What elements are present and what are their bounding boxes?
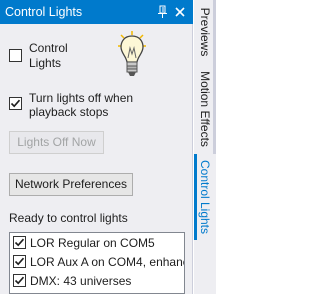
tab-label: Motion Effects: [198, 71, 212, 147]
panel-title: Control Lights: [5, 5, 83, 19]
side-tab-strip: Previews Motion Effects Control Lights: [194, 0, 216, 294]
pin-icon[interactable]: [154, 4, 170, 20]
turn-off-on-stop-checkbox[interactable]: [9, 97, 22, 110]
light-bulb-icon: [114, 30, 150, 86]
tab-control-lights[interactable]: Control Lights: [194, 154, 216, 240]
network-checkbox[interactable]: [13, 255, 26, 268]
control-lights-label-line1: Control: [29, 41, 68, 55]
network-label: LOR Regular on COM5: [30, 236, 155, 250]
ready-status-label: Ready to control lights: [9, 211, 128, 225]
control-lights-checkbox[interactable]: [9, 49, 22, 62]
tab-label: Previews: [198, 7, 212, 57]
control-lights-panel: Control Lights Control Lights Turn light…: [0, 0, 193, 294]
panel-titlebar: Control Lights: [0, 0, 193, 24]
network-label: DMX: 43 universes: [30, 274, 132, 288]
lights-off-now-button[interactable]: Lights Off Now: [9, 131, 104, 154]
network-checkbox[interactable]: [13, 236, 26, 249]
close-icon[interactable]: [172, 4, 188, 20]
network-label: LOR Aux A on COM4, enhanc: [30, 255, 185, 269]
network-list-item[interactable]: DMX: 43 universes: [10, 271, 184, 291]
tab-label: Control Lights: [198, 159, 212, 235]
turn-off-label-line2: playback stops: [29, 105, 109, 119]
checkmark-icon: [14, 257, 25, 266]
checkmark-icon: [14, 276, 25, 285]
network-list-item[interactable]: LOR Regular on COM5: [10, 233, 184, 253]
network-list: LOR Regular on COM5 LOR Aux A on COM4, e…: [9, 232, 185, 294]
checkmark-icon: [10, 99, 21, 108]
network-checkbox[interactable]: [13, 274, 26, 287]
tab-motion-effects[interactable]: Motion Effects: [194, 64, 216, 154]
checkmark-icon: [14, 238, 25, 247]
control-lights-label-line2: Lights: [29, 56, 62, 70]
network-list-item[interactable]: LOR Aux A on COM4, enhanc: [10, 252, 184, 272]
tab-previews[interactable]: Previews: [194, 0, 216, 64]
network-preferences-button[interactable]: Network Preferences: [9, 173, 133, 196]
